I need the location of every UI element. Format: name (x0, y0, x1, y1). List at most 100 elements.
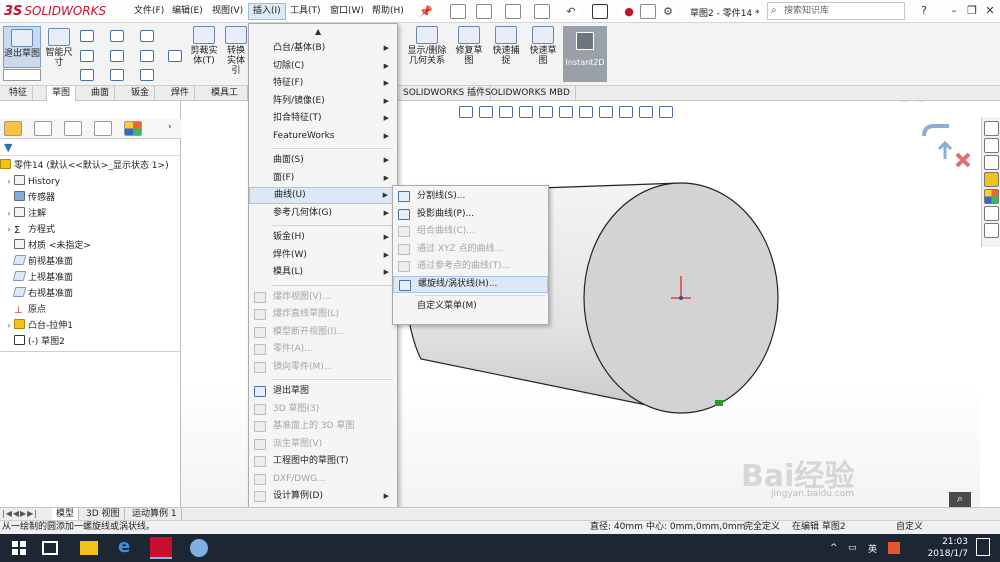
windows-start-icon[interactable] (8, 538, 30, 558)
traffic-light-icon[interactable]: ● (621, 4, 637, 19)
save-icon[interactable] (505, 4, 521, 19)
select-cursor-icon[interactable] (592, 4, 608, 19)
tray-chevron-icon[interactable]: ^ (830, 543, 838, 553)
restore-button[interactable]: ❐ (964, 3, 980, 19)
trim-entities-button[interactable]: 剪裁实体(T) (187, 26, 221, 66)
notification-icon[interactable] (976, 538, 990, 556)
tab-sheet-metal[interactable]: 钣金 (126, 86, 156, 101)
apply-scene-icon[interactable] (639, 106, 653, 118)
clock-time[interactable]: 21:03 (928, 537, 968, 547)
search-input[interactable]: ⌕ 搜索知识库 (767, 2, 905, 20)
input-language[interactable]: 英 (868, 542, 877, 555)
tab-solidworks-addins[interactable]: SOLIDWORKS 插件 (398, 86, 492, 101)
repair-sketch-button[interactable]: 修复草图 (454, 26, 484, 66)
view-settings-icon[interactable] (659, 106, 673, 118)
insert-menu-item[interactable]: 特征(F) ▶ (249, 75, 397, 92)
fillet-sketch-icon[interactable] (140, 69, 154, 81)
minimize-button[interactable]: – (946, 3, 962, 19)
property-manager-tab-icon[interactable] (34, 121, 52, 136)
chevron-right-icon[interactable]: › (168, 122, 172, 132)
open-folder-icon[interactable] (476, 4, 492, 19)
section-view-icon[interactable] (519, 106, 533, 118)
print-icon[interactable] (534, 4, 550, 19)
configuration-manager-tab-icon[interactable] (64, 121, 82, 136)
close-button[interactable]: ✕ (982, 3, 998, 19)
menu-help[interactable]: 帮助(H) (368, 3, 408, 20)
insert-menu-item[interactable]: 派生草图(V) (249, 436, 397, 453)
exit-sketch-button[interactable]: 退出草图 (3, 26, 41, 68)
insert-menu-item[interactable]: 钣金(H) ▶ (249, 229, 397, 246)
curve-menu-item[interactable]: 通过 XYZ 点的曲线... (393, 241, 548, 258)
insert-menu-item[interactable]: DXF/DWG... (249, 471, 397, 488)
insert-menu-item[interactable]: 爆炸视图(V)... (249, 289, 397, 306)
display-style-icon[interactable] (579, 106, 593, 118)
tab-features[interactable]: 特征 (4, 86, 34, 101)
view-orientation-icon[interactable] (559, 106, 573, 118)
undo-icon[interactable]: ↶ (563, 4, 579, 19)
previous-view-icon[interactable] (499, 106, 513, 118)
curve-menu-item[interactable]: 组合曲线(C)... (393, 223, 548, 240)
edge-browser-icon[interactable]: e (118, 536, 140, 557)
slot-icon[interactable] (80, 69, 94, 81)
ellipse-icon[interactable] (140, 50, 154, 62)
rapid-sketch-button[interactable]: 快速草图 (527, 26, 559, 66)
tree-item-right-plane[interactable]: 右视基准面 (4, 286, 73, 302)
curve-menu-item[interactable]: 分割线(S)... (393, 188, 548, 205)
insert-menu-item[interactable]: 曲线(U) ▶ (249, 187, 397, 204)
forum-icon[interactable] (984, 223, 999, 238)
clock-date[interactable]: 2018/1/7 (914, 549, 968, 559)
menu-edit[interactable]: 编辑(E) (168, 3, 207, 20)
zoom-area-icon[interactable] (479, 106, 493, 118)
viewport-window-controls[interactable]: ⊡⊟❐✕ (901, 101, 967, 104)
menu-tools[interactable]: 工具(T) (286, 3, 325, 20)
app-taskbar-icon[interactable] (190, 539, 208, 557)
insert-menu-item[interactable]: 焊件(W) ▶ (249, 247, 397, 264)
menu-view[interactable]: 视图(V) (208, 3, 247, 20)
design-library-icon[interactable] (984, 155, 999, 170)
tree-item-sketch2[interactable]: (-) 草图2 (4, 334, 65, 350)
insert-menu-item[interactable]: 零件(A)... (249, 341, 397, 358)
convert-entities-button[interactable]: 转换实体引 (224, 26, 248, 76)
confirmation-corner[interactable] (919, 121, 979, 171)
tree-item-boss-extrude[interactable]: › 凸台-拉伸1 (4, 318, 73, 334)
task-view-icon[interactable] (42, 541, 58, 555)
solidworks-taskbar-icon[interactable] (150, 537, 172, 559)
instant2d-button[interactable]: Instant2D (563, 26, 607, 82)
insert-menu-item[interactable]: 工程图中的草图(T) (249, 453, 397, 470)
exit-sketch-dropdown[interactable] (3, 69, 41, 81)
tree-root-part[interactable]: 零件14 (默认<<默认>_显示状态 1>) (0, 158, 169, 174)
zoom-to-fit-icon[interactable] (459, 106, 473, 118)
curve-menu-item[interactable]: 通过参考点的曲线(T)... (393, 258, 548, 275)
filter-row[interactable]: ▼ (0, 140, 181, 156)
display-manager-icon[interactable] (124, 121, 142, 136)
insert-menu-item[interactable]: FeatureWorks ▶ (249, 128, 397, 145)
tab-scroll-arrows[interactable]: |◀◀▶▶| (2, 509, 38, 518)
insert-menu-item[interactable]: 退出草图 (249, 383, 397, 400)
insert-menu-item[interactable]: 模具(L) ▶ (249, 264, 397, 281)
insert-menu-item[interactable]: 镜向零件(M)... (249, 359, 397, 376)
resources-icon[interactable] (984, 138, 999, 153)
search-icon[interactable]: ⌕ (949, 492, 971, 507)
quick-snap-button[interactable]: 快速捕捉 (490, 26, 522, 66)
custom-properties-icon[interactable] (984, 206, 999, 221)
filter-funnel-icon[interactable]: ▼ (4, 141, 12, 154)
file-properties-icon[interactable] (640, 4, 656, 19)
insert-menu-item[interactable]: 参考几何体(G) ▶ (249, 205, 397, 222)
tab-sketch[interactable]: 草图 (46, 86, 77, 101)
show-relations-button[interactable]: 显示/删除几何关系 (403, 26, 451, 66)
insert-menu-item[interactable]: 3D 草图(3) (249, 401, 397, 418)
dimxpert-crosshair-icon[interactable] (94, 121, 112, 136)
menu-window[interactable]: 窗口(W) (326, 3, 368, 20)
exit-sketch-corner-icon[interactable] (922, 124, 949, 137)
menu-insert[interactable]: 插入(I) (248, 3, 286, 20)
spline-icon[interactable] (110, 30, 124, 42)
insert-menu-item[interactable]: 爆炸直线草图(L) (249, 306, 397, 323)
insert-menu-item[interactable]: 凸台/基体(B) ▶ (249, 40, 397, 57)
insert-menu-item[interactable]: 扣合特征(T) ▶ (249, 110, 397, 127)
status-custom-units[interactable]: 自定义 (896, 521, 922, 534)
tab-weldments[interactable]: 焊件 (166, 86, 196, 101)
insert-menu-item[interactable]: 基准面上的 3D 草图 (249, 418, 397, 435)
insert-menu-item[interactable]: 曲面(S) ▶ (249, 152, 397, 169)
tree-item-equations[interactable]: › Σ 方程式 (4, 222, 55, 238)
ime-s-icon[interactable] (888, 542, 900, 554)
